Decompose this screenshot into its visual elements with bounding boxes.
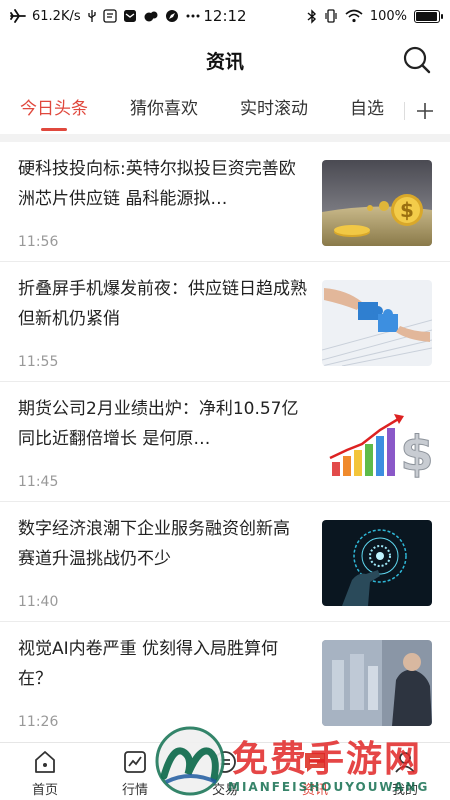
- news-list: 硬科技投向标:英特尔拟投巨资完善欧洲芯片供应链 晶科能源拟… 11:56 $ 折…: [0, 142, 450, 742]
- news-title: 折叠屏手机爆发前夜：供应链日趋成熟 但新机仍紧俏: [18, 279, 307, 329]
- chart-icon: [124, 751, 146, 773]
- news-title: 数字经济浪潮下企业服务融资创新高 赛道升温挑战仍不少: [18, 519, 290, 569]
- tab-label: 猜你喜欢: [130, 99, 198, 119]
- tabs-separator: [0, 134, 450, 142]
- nav-label: 行情: [121, 783, 148, 798]
- home-icon: [35, 751, 55, 773]
- wifi-icon: [345, 9, 363, 23]
- tab-label: 自选: [350, 99, 384, 119]
- news-time: 11:40: [18, 594, 59, 610]
- more-icon: [185, 9, 201, 23]
- usb-icon: [87, 9, 97, 23]
- tab-watchlist[interactable]: 自选: [350, 88, 384, 134]
- nav-label: 首页: [31, 783, 58, 798]
- bottom-nav: 首页 行情 交易 资讯 我的: [0, 742, 450, 800]
- status-bar: 61.2K/s 12:12 100%: [0, 0, 450, 32]
- news-time: 11:45: [18, 474, 59, 490]
- tab-label: 今日头条: [20, 99, 88, 119]
- battery-percent: 100%: [369, 8, 407, 24]
- news-item[interactable]: 折叠屏手机爆发前夜：供应链日趋成熟 但新机仍紧俏 11:55: [0, 262, 450, 382]
- puzzle-image: [322, 280, 432, 366]
- nav-home[interactable]: 首页: [0, 743, 90, 800]
- news-icon: [305, 753, 325, 772]
- news-thumbnail: $: [322, 400, 432, 486]
- plus-icon: [417, 103, 433, 119]
- search-icon: [403, 46, 431, 74]
- svg-text:$: $: [400, 198, 414, 222]
- battery-icon: [414, 9, 443, 23]
- nav-market[interactable]: 行情: [90, 743, 180, 800]
- status-left: 61.2K/s: [10, 9, 201, 24]
- news-thumbnail: $: [322, 160, 432, 246]
- news-title: 期货公司2月业绩出炉：净利10.57亿同比近翻倍增长 是何原…: [18, 399, 299, 449]
- divider: [404, 102, 405, 120]
- status-right: 100%: [307, 8, 443, 24]
- digital-hand-image: [322, 520, 432, 606]
- nav-trade[interactable]: 交易: [180, 743, 270, 800]
- trade-icon: [214, 751, 236, 773]
- nav-label: 资讯: [301, 783, 328, 798]
- search-button[interactable]: [402, 45, 432, 75]
- businessman-image: [322, 640, 432, 726]
- tab-label: 实时滚动: [240, 99, 308, 119]
- page-title: 资讯: [205, 50, 244, 73]
- news-item[interactable]: 视觉AI内卷严重 优刻得入局胜算何在？ 11:26: [0, 622, 450, 742]
- nav-news[interactable]: 资讯: [270, 743, 360, 800]
- tab-active-indicator: [41, 128, 67, 131]
- cloud-icon: [143, 9, 159, 23]
- compass-app-icon: [165, 9, 179, 23]
- bluetooth-icon: [307, 8, 317, 24]
- nav-label: 交易: [211, 783, 238, 798]
- svg-text:$: $: [400, 426, 432, 482]
- add-tab-button[interactable]: [400, 88, 450, 134]
- bar-chart-dollar-image: $: [322, 400, 432, 486]
- news-title: 视觉AI内卷严重 优刻得入局胜算何在？: [18, 639, 279, 689]
- news-thumbnail: [322, 640, 432, 726]
- news-title: 硬科技投向标:英特尔拟投巨资完善欧洲芯片供应链 晶科能源拟…: [18, 159, 296, 209]
- news-thumbnail: [322, 520, 432, 606]
- news-thumbnail: [322, 280, 432, 366]
- tab-live[interactable]: 实时滚动: [240, 88, 308, 134]
- news-time: 11:26: [18, 714, 59, 730]
- news-item[interactable]: 硬科技投向标:英特尔拟投巨资完善欧洲芯片供应链 晶科能源拟… 11:56 $: [0, 142, 450, 262]
- vibrate-icon: [324, 9, 338, 23]
- news-time: 11:55: [18, 354, 59, 370]
- news-item[interactable]: 数字经济浪潮下企业服务融资创新高 赛道升温挑战仍不少 11:40: [0, 502, 450, 622]
- tab-headlines[interactable]: 今日头条: [20, 88, 88, 134]
- header: 资讯: [0, 32, 450, 88]
- mail-icon: [123, 9, 137, 23]
- airplane-mode-icon: [10, 9, 26, 23]
- tab-recommended[interactable]: 猜你喜欢: [130, 88, 198, 134]
- app-notification-icon: [102, 9, 117, 23]
- category-tabs: 今日头条 猜你喜欢 实时滚动 自选: [0, 88, 450, 134]
- nav-profile[interactable]: 我的: [360, 743, 450, 800]
- news-item[interactable]: 期货公司2月业绩出炉：净利10.57亿同比近翻倍增长 是何原… 11:45 $: [0, 382, 450, 502]
- news-time: 11:56: [18, 234, 59, 250]
- coins-image: $: [322, 160, 432, 246]
- user-icon: [395, 752, 415, 773]
- net-speed: 61.2K/s: [32, 8, 81, 24]
- nav-label: 我的: [391, 783, 418, 798]
